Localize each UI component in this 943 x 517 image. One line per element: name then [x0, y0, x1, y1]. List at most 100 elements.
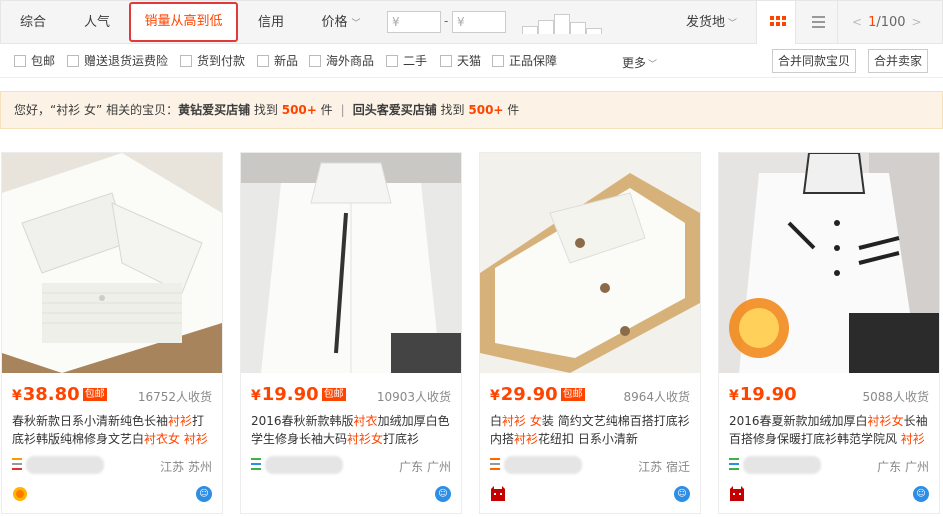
list-view-icon[interactable]	[798, 1, 838, 44]
title-keyword: 衬衣	[144, 432, 169, 446]
product-image[interactable]	[241, 153, 461, 373]
notice-greeting: 您好，“衬衫 女” 相关的宝贝：	[14, 103, 179, 117]
wangwang-chat-icon[interactable]: ☺	[674, 486, 690, 502]
wangwang-chat-icon[interactable]: ☺	[196, 486, 212, 502]
filter-free-shipping[interactable]: 包邮	[14, 55, 55, 68]
product-title[interactable]: 白衬衫 女装 简约文艺纯棉百搭打底衫内搭衬衫花纽扣 日系小清新	[490, 412, 690, 448]
product-card[interactable]: ¥29.90 包邮 8964人收货 白衬衫 女装 简约文艺纯棉百搭打底衫内搭衬衫花…	[479, 152, 701, 514]
merge-sellers-button[interactable]: 合并卖家	[868, 49, 929, 73]
checkbox-icon[interactable]	[386, 55, 398, 67]
filter-label: 新品	[274, 54, 299, 68]
product-image[interactable]	[480, 153, 700, 373]
product-title[interactable]: 2016春夏新款加绒加厚白衬衫女长袖百搭修身保暖打底衫韩范学院风 衬衫	[729, 412, 929, 448]
title-keyword: 女	[168, 432, 184, 446]
filter-secondhand[interactable]: 二手	[386, 55, 427, 68]
sort-tab-price-label: 价格	[321, 15, 348, 30]
product-image[interactable]	[719, 153, 939, 373]
shop-name-blurred[interactable]	[743, 456, 821, 474]
filter-tmall[interactable]: 天猫	[440, 55, 481, 68]
chevron-down-icon: ﹀	[351, 19, 361, 29]
product-card[interactable]: ¥19.90 5088人收货 2016春夏新款加绒加厚白衬衫女长袖百搭修身保暖打…	[718, 152, 940, 514]
checkbox-icon[interactable]	[309, 55, 321, 67]
notice-text: 件	[503, 103, 520, 117]
shop-name-blurred[interactable]	[26, 456, 104, 474]
title-keyword: 衬衫	[347, 432, 372, 446]
title-text: 打底衫	[383, 432, 420, 446]
chevron-down-icon: ﹀	[728, 19, 738, 29]
checkbox-icon[interactable]	[67, 55, 79, 67]
notice-shop-diamond[interactable]: 黄钻爱买店铺	[178, 103, 250, 117]
price-max-input[interactable]: ¥	[452, 11, 506, 33]
title-text: 2016春秋新款韩版	[251, 414, 354, 428]
gold-seller-icon	[12, 486, 28, 502]
title-text: 花纽扣 日系小清新	[538, 432, 638, 446]
ship-from-label: 发货地	[686, 15, 726, 30]
title-text: 春秋新款日系小清新纯色长袖	[12, 414, 169, 428]
checkbox-icon[interactable]	[257, 55, 269, 67]
price-currency: ¥	[251, 388, 261, 404]
filter-overseas[interactable]: 海外商品	[309, 55, 374, 68]
search-notice: 您好，“衬衫 女” 相关的宝贝：黄钻爱买店铺 找到 500+ 件 | 回头客爱买店铺…	[0, 91, 943, 129]
product-price: ¥29.90 包邮	[490, 384, 585, 405]
sort-tab-credit[interactable]: 信用	[245, 1, 297, 44]
shop-name-blurred[interactable]	[265, 456, 343, 474]
free-shipping-badge: 包邮	[321, 388, 346, 401]
product-image[interactable]	[2, 153, 222, 373]
checkbox-icon[interactable]	[180, 55, 192, 67]
title-keyword: 衬衫	[168, 414, 193, 428]
sort-tab-price[interactable]: 价格 ﹀	[311, 1, 371, 44]
merge-same-items-button[interactable]: 合并同款宝贝	[772, 49, 857, 73]
price-distribution-icon[interactable]	[522, 12, 602, 34]
price-value: 19.90	[739, 384, 797, 405]
sales-count: 10903人收货	[376, 390, 451, 404]
sort-tab-sales[interactable]: 销量从高到低	[129, 2, 238, 42]
filter-new[interactable]: 新品	[257, 55, 298, 68]
filter-label: 正品保障	[509, 54, 558, 68]
next-page-icon[interactable]: >	[912, 15, 922, 29]
tmall-icon	[490, 486, 506, 502]
notice-shop-returning[interactable]: 回头客爱买店铺	[353, 103, 437, 117]
more-filters-dropdown[interactable]: 更多 ﹀	[622, 54, 657, 71]
filter-label: 天猫	[457, 54, 482, 68]
notice-count: 500+	[468, 103, 504, 117]
product-price: ¥38.80 包邮	[12, 384, 107, 405]
ship-from-dropdown[interactable]: 发货地 ﹀	[686, 1, 737, 46]
price-currency: ¥	[490, 388, 500, 404]
seller-location: 广东 广州	[877, 460, 929, 474]
product-title[interactable]: 春秋新款日系小清新纯色长袖衬衫打底衫韩版纯棉修身文艺白衬衣女 衬衫	[12, 412, 212, 448]
shop-icon	[12, 458, 22, 470]
free-shipping-badge: 包邮	[82, 388, 107, 401]
seller-location: 江苏 苏州	[160, 460, 212, 474]
wangwang-chat-icon[interactable]: ☺	[913, 486, 929, 502]
wangwang-chat-icon[interactable]: ☺	[435, 486, 451, 502]
product-card[interactable]: ¥38.80 包邮 16752人收货 春秋新款日系小清新纯色长袖衬衫打底衫韩版纯棉…	[1, 152, 223, 514]
grid-view-icon[interactable]	[756, 1, 796, 44]
prev-page-icon[interactable]: <	[852, 15, 862, 29]
filter-label: 二手	[403, 54, 428, 68]
product-card[interactable]: ¥19.90 包邮 10903人收货 2016春秋新款韩版衬衣加绒加厚白色学生修身…	[240, 152, 462, 514]
price-value: 29.90	[500, 384, 558, 405]
title-keyword: 女	[529, 414, 542, 428]
notice-count: 500+	[281, 103, 317, 117]
price-min-input[interactable]: ¥	[387, 11, 441, 33]
product-title[interactable]: 2016春秋新款韩版衬衣加绒加厚白色学生修身长袖大码衬衫女打底衫	[251, 412, 451, 448]
title-keyword: 衬衫	[900, 432, 925, 446]
filter-return-insurance[interactable]: 赠送退货运费险	[67, 55, 168, 68]
seller-location: 广东 广州	[399, 460, 451, 474]
checkbox-icon[interactable]	[14, 55, 26, 67]
filter-cod[interactable]: 货到付款	[180, 55, 245, 68]
price-value: 38.80	[22, 384, 80, 405]
sort-bar: 综合 人气 销量从高到低 信用 价格 ﹀ ¥ - ¥ 发货地 ﹀ <1/100 >	[0, 0, 943, 44]
sort-tab-popularity[interactable]: 人气	[71, 1, 123, 44]
filter-label: 包邮	[31, 54, 56, 68]
sort-tab-default[interactable]: 综合	[7, 1, 59, 44]
total-pages: /100	[876, 15, 906, 30]
filter-label: 赠送退货运费险	[84, 54, 169, 68]
filter-genuine[interactable]: 正品保障	[492, 55, 557, 68]
seller-location: 江苏 宿迁	[638, 460, 690, 474]
shop-name-blurred[interactable]	[504, 456, 582, 474]
checkbox-icon[interactable]	[440, 55, 452, 67]
checkbox-icon[interactable]	[492, 55, 504, 67]
title-keyword: 女	[371, 432, 384, 446]
title-keyword: 衬衫	[183, 432, 208, 446]
